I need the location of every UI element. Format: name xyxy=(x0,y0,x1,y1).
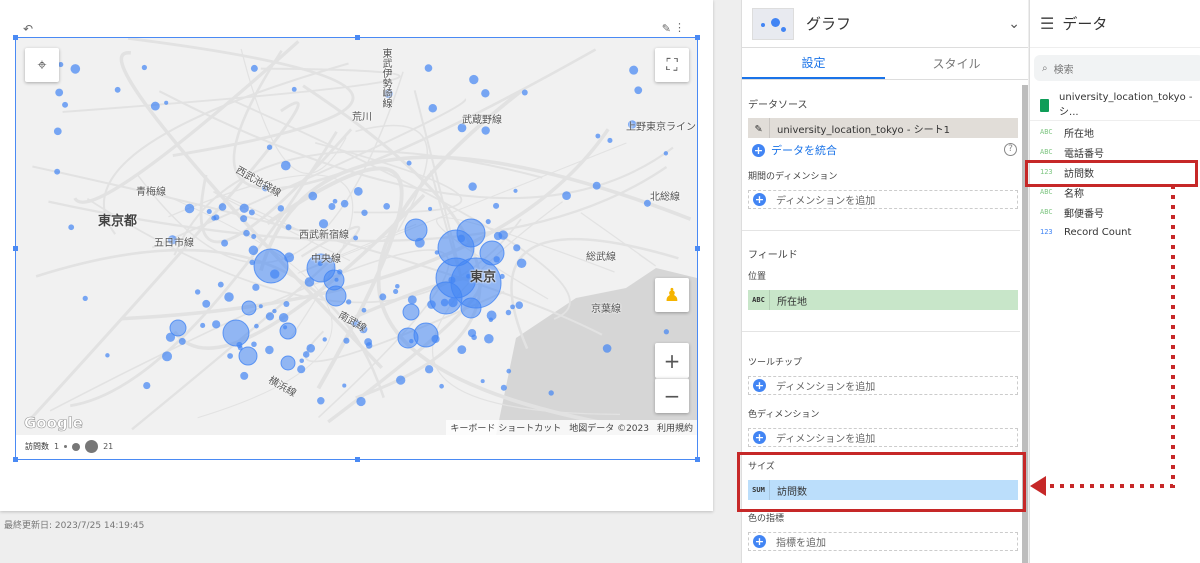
highlight-size-section xyxy=(737,452,1026,512)
add-tooltip-dimension[interactable]: + ディメンションを追加 xyxy=(748,376,1018,395)
add-period-dimension[interactable]: + ディメンションを追加 xyxy=(748,190,1018,209)
color-metric-label: 色の指標 xyxy=(748,514,785,524)
field-name: 電話番号 xyxy=(1064,148,1104,160)
tab-setup[interactable]: 設定 xyxy=(742,48,885,79)
location-field-chip[interactable]: ABC 所在地 xyxy=(748,290,1018,310)
blend-data-button[interactable]: + データを統合 xyxy=(748,142,837,158)
data-table-icon: ☰ xyxy=(1040,14,1055,33)
help-icon[interactable]: ? xyxy=(1004,143,1017,156)
edit-icon[interactable]: ✎ xyxy=(662,22,671,35)
undo-icon[interactable]: ↶ xyxy=(23,22,33,36)
plus-icon: + xyxy=(752,143,765,157)
add-color-dimension[interactable]: + ディメンションを追加 xyxy=(748,428,1018,447)
legend-title: 訪問数 xyxy=(25,442,49,451)
search-icon: ⌕ xyxy=(1042,62,1048,74)
tooltip-label: ツールチップ xyxy=(748,358,803,368)
field-type: ABC xyxy=(1040,128,1053,136)
chart-selection-frame xyxy=(13,35,700,462)
pencil-icon[interactable]: ✎ xyxy=(748,118,770,138)
datasource-chip[interactable]: ✎ university_location_tokyo - シート1 xyxy=(748,118,1018,138)
legend-dot-medium xyxy=(72,442,81,451)
field-search-input[interactable]: ⌕ 検索 xyxy=(1034,55,1200,81)
size-legend: 訪問数 1 21 xyxy=(25,440,113,453)
legend-min: 1 xyxy=(54,442,60,451)
more-icon[interactable]: ⋮ xyxy=(674,21,685,34)
data-source-item[interactable]: university_location_tokyo - シ... xyxy=(1040,92,1200,118)
add-color-metric[interactable]: + 指標を追加 xyxy=(748,532,1018,551)
legend-dot-small xyxy=(64,445,68,448)
data-field-item[interactable]: ABC 所在地 xyxy=(1040,123,1094,141)
datasource-label: データソース xyxy=(748,100,808,111)
data-field-item[interactable]: ABC 電話番号 xyxy=(1040,143,1104,161)
data-panel-title: データ xyxy=(1062,15,1108,33)
tab-style[interactable]: スタイル xyxy=(885,48,1028,79)
color-dimension-label: 色ディメンション xyxy=(748,410,820,420)
legend-dot-large xyxy=(85,440,99,453)
field-type: ABC xyxy=(1040,148,1053,156)
chart-type-thumbnail[interactable] xyxy=(752,7,794,40)
fields-label: フィールド xyxy=(748,250,798,261)
chevron-down-icon[interactable]: ⌄ xyxy=(1008,16,1020,32)
sheets-icon xyxy=(1040,98,1050,112)
field-name: 所在地 xyxy=(1064,128,1094,140)
legend-max: 21 xyxy=(103,442,114,451)
panel-title: グラフ xyxy=(806,15,852,33)
location-label: 位置 xyxy=(748,272,767,282)
datasource-name: university_location_tokyo - シート1 xyxy=(777,124,950,136)
period-dimension-label: 期間のディメンション xyxy=(748,172,838,182)
annotation-arrow xyxy=(1030,185,1175,496)
last-updated: 最終更新日: 2023/7/25 14:19:45 xyxy=(4,521,145,531)
